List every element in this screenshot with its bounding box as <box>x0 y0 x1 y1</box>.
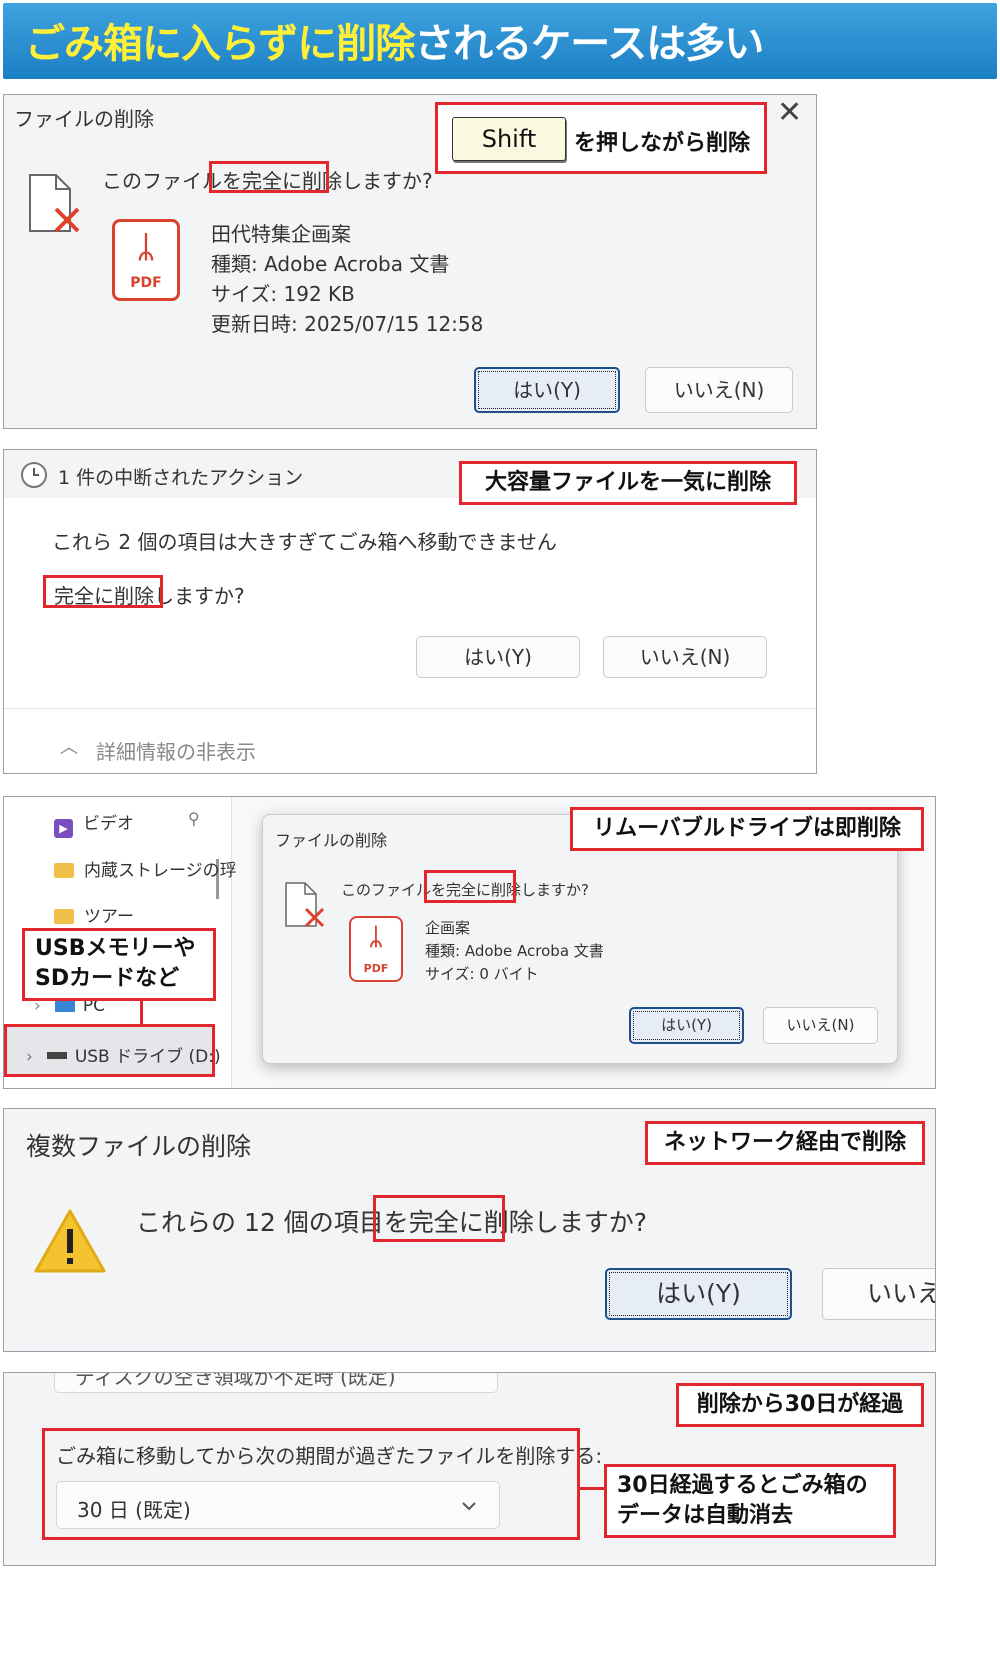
nav-item-video[interactable]: ▶ ビデオ <box>54 809 134 838</box>
no-button[interactable]: いいえ( <box>822 1268 935 1320</box>
yes-button[interactable]: はい(Y) <box>629 1007 744 1044</box>
document-delete-icon <box>29 174 80 233</box>
nav-tour-label: ツアー <box>84 907 134 927</box>
auto-erase-callout: 30日経過するとごみ箱の データは自動消去 <box>604 1464 896 1538</box>
usb-highlight-box <box>4 1024 215 1077</box>
panel-network: 複数ファイルの削除 これらの 12 個の項目を完全に削除しますか? はい(Y) … <box>3 1108 936 1352</box>
highlight-box <box>43 575 163 608</box>
file-type: 種類: Adobe Acroba 文書 <box>425 942 604 960</box>
yes-button[interactable]: はい(Y) <box>474 367 620 413</box>
thirty-days-callout: 削除から30日が経過 <box>676 1383 924 1427</box>
question-after: しますか? <box>342 169 433 193</box>
pdf-label: PDF <box>130 275 162 291</box>
usb-callout: USBメモリーや SDカードなど <box>22 928 216 1001</box>
shift-callout: Shift を押しながら削除 <box>435 102 767 174</box>
highlight-box <box>424 870 516 903</box>
file-name: 企画案 <box>425 919 471 937</box>
question-before: これらの 12 個の項目を <box>136 1208 409 1237</box>
pin-icon: ⚲ <box>188 809 200 828</box>
highlight-box <box>209 161 329 193</box>
yes-button[interactable]: はい(Y) <box>416 636 580 678</box>
previous-dropdown-value: ディスクの空き領域が不足時 (既定) <box>75 1372 396 1389</box>
headline-yellow: ごみ箱に入らずに削除 <box>25 21 415 67</box>
file-modified: 更新日時: 2025/07/15 12:58 <box>211 312 484 336</box>
shift-callout-text: を押しながら削除 <box>574 131 751 156</box>
nav-item-internal[interactable]: 内蔵ストレージの琈 <box>54 856 237 881</box>
file-type: 種類: Adobe Acroba 文書 <box>211 252 450 276</box>
divider <box>4 708 816 709</box>
usb-callout-line1: USBメモリーや <box>35 936 196 961</box>
question-after: しますか? <box>154 584 245 608</box>
setting-highlight-box <box>42 1428 580 1540</box>
panel-30-days: ディスクの空き領域が不足時 (既定) ごみ箱に移動してから次の期間が過ぎたファイ… <box>3 1372 936 1566</box>
panel-large-files: 1 件の中断されたアクション これら 2 個の項目は大きすぎてごみ箱へ移動できま… <box>3 449 817 774</box>
question-after: しますか? <box>533 1208 648 1237</box>
no-button[interactable]: いいえ(N) <box>763 1007 878 1044</box>
callout-connector <box>140 1000 143 1024</box>
delete-dialog: ファイルの削除 このファイルを完全に削除しますか? ᛦ PDF 企画案 種類: … <box>262 814 898 1064</box>
auto-erase-line1: 30日経過するとごみ箱の <box>617 1473 868 1498</box>
panel-shift-delete: ファイルの削除 ✕ このファイルを完全に削除しますか? ᛦ PDF 田代特集企画… <box>3 94 817 429</box>
question-after: しますか? <box>521 881 589 899</box>
previous-dropdown[interactable]: ディスクの空き領域が不足時 (既定) <box>54 1372 498 1393</box>
no-button[interactable]: いいえ(N) <box>645 367 793 413</box>
callout-connector <box>580 1487 604 1490</box>
action-header: 1 件の中断されたアクション <box>58 467 304 489</box>
auto-erase-line2: データは自動消去 <box>617 1503 794 1528</box>
headline-banner: ごみ箱に入らずに削除されるケースは多い <box>3 3 997 79</box>
dialog-title: ファイルの削除 <box>14 107 154 131</box>
usb-callout-line2: SDカードなど <box>35 966 180 991</box>
nav-item-tour[interactable]: ツアー <box>54 902 134 927</box>
headline: ごみ箱に入らずに削除されるケースは多い <box>25 11 764 69</box>
pdf-icon: ᛦ PDF <box>112 219 180 301</box>
folder-icon <box>54 863 74 878</box>
dialog-title: 複数ファイルの削除 <box>26 1132 252 1161</box>
dialog-title: ファイルの削除 <box>275 831 388 850</box>
chevron-up-icon[interactable]: ︿ <box>60 733 78 759</box>
panel-removable-drive: ▶ ビデオ ⚲ 内蔵ストレージの琈 ツアー › PC › USB ドライブ (D:) … <box>3 796 936 1089</box>
pdf-label: PDF <box>363 962 389 975</box>
nav-internal-label: 内蔵ストレージの琈 <box>84 861 237 881</box>
file-size: サイズ: 192 KB <box>211 282 355 306</box>
too-large-message: これら 2 個の項目は大きすぎてごみ箱へ移動できません <box>52 530 557 554</box>
pdf-icon: ᛦ PDF <box>349 916 403 982</box>
nav-video-label: ビデオ <box>83 814 134 834</box>
video-icon: ▶ <box>54 819 73 838</box>
folder-icon <box>54 909 74 924</box>
yes-button[interactable]: はい(Y) <box>605 1268 792 1320</box>
large-files-callout: 大容量ファイルを一気に削除 <box>459 461 797 505</box>
file-size: サイズ: 0 バイト <box>425 965 539 983</box>
headline-white: されるケースは多い <box>414 21 764 67</box>
removable-callout: リムーバブルドライブは即削除 <box>570 807 924 851</box>
warning-icon <box>34 1209 106 1273</box>
no-button[interactable]: いいえ(N) <box>603 636 767 678</box>
document-delete-icon <box>285 882 325 928</box>
details-toggle[interactable]: 詳細情報の非表示 <box>96 736 256 765</box>
highlight-box <box>373 1195 505 1242</box>
network-callout: ネットワーク経由で削除 <box>645 1121 925 1165</box>
shift-key: Shift <box>452 117 566 161</box>
close-icon[interactable]: ✕ <box>777 95 802 130</box>
clock-icon <box>21 462 47 488</box>
file-name: 田代特集企画案 <box>211 222 351 246</box>
